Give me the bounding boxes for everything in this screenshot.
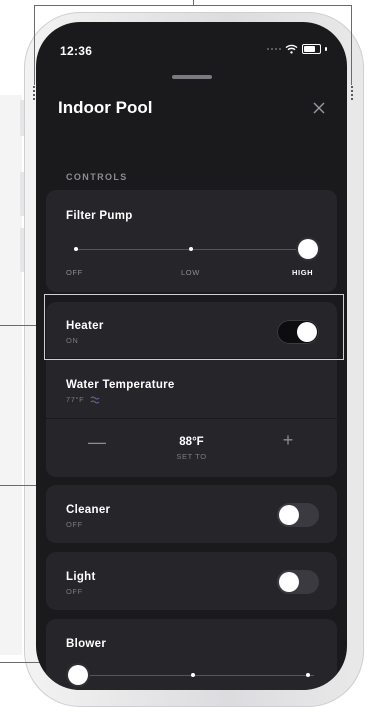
cleaner-title: Cleaner xyxy=(66,504,111,516)
water-temperature-current: 77°F xyxy=(66,395,100,404)
cleaner-toggle[interactable] xyxy=(277,503,319,527)
filter-pump-label-low: LOW xyxy=(181,268,200,277)
blower-slider-track[interactable] xyxy=(78,675,314,676)
light-title: Light xyxy=(66,571,96,583)
filter-pump-card: Filter Pump OFF LOW HIGH xyxy=(46,190,337,292)
light-toggle[interactable] xyxy=(277,570,319,594)
temperature-setpoint-label: SET TO xyxy=(176,452,207,461)
light-card: Light OFF xyxy=(46,552,337,610)
cleaner-status: OFF xyxy=(66,520,83,529)
filter-pump-stop-off[interactable] xyxy=(74,247,78,251)
filter-pump-title: Filter Pump xyxy=(66,210,133,222)
cleaner-card: Cleaner OFF xyxy=(46,485,337,543)
wifi-icon xyxy=(285,44,298,54)
filter-pump-slider-knob[interactable] xyxy=(298,239,318,259)
battery-tip xyxy=(325,47,327,51)
water-temperature-current-value: 77°F xyxy=(66,395,85,404)
blower-stop-low[interactable] xyxy=(191,673,195,677)
wave-icon xyxy=(90,396,100,404)
status-icons xyxy=(267,44,327,54)
highlight-frame-heater xyxy=(44,294,344,360)
status-time: 12:36 xyxy=(60,44,93,58)
section-label-controls: CONTROLS xyxy=(66,172,128,182)
filter-pump-stop-low[interactable] xyxy=(189,247,193,251)
filter-pump-label-off: OFF xyxy=(66,268,83,277)
battery-icon xyxy=(302,44,321,54)
callout-line xyxy=(351,5,352,85)
blower-card: Blower xyxy=(46,619,337,690)
backdrop-panel xyxy=(0,95,22,655)
sheet-grabber[interactable] xyxy=(172,75,212,79)
callout-marker xyxy=(351,86,355,100)
blower-stop-high[interactable] xyxy=(306,673,310,677)
callout-line xyxy=(0,662,40,663)
callout-line xyxy=(193,0,194,6)
blower-slider-knob[interactable] xyxy=(68,665,88,685)
cellular-signal-icon xyxy=(267,48,281,50)
filter-pump-label-high: HIGH xyxy=(292,268,314,277)
water-temperature-title: Water Temperature xyxy=(66,379,175,391)
blower-title: Blower xyxy=(66,638,107,650)
sheet-title: Indoor Pool xyxy=(58,98,153,117)
close-icon[interactable] xyxy=(309,98,329,118)
temperature-increase-button[interactable]: + xyxy=(273,430,303,451)
light-status: OFF xyxy=(66,587,83,596)
callout-line xyxy=(34,5,35,85)
temperature-divider xyxy=(46,418,337,419)
status-bar: 12:36 xyxy=(36,22,347,82)
